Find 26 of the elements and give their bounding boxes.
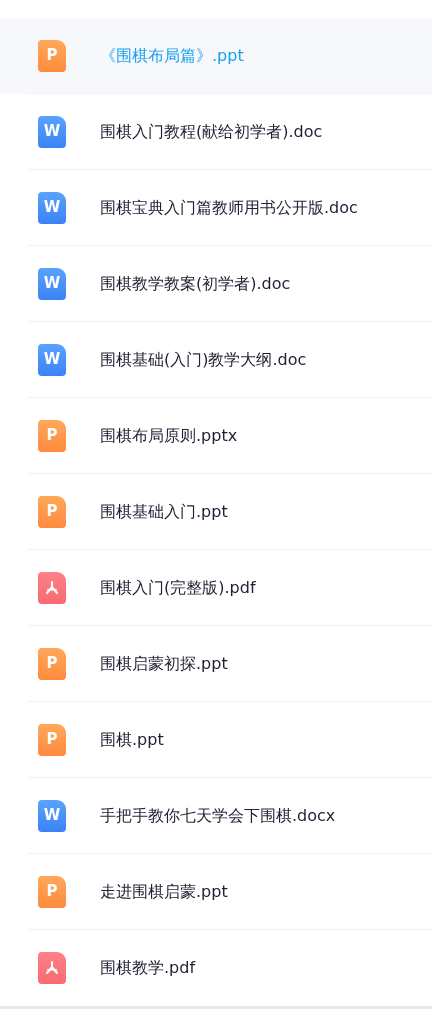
document-file-icon: W	[38, 191, 66, 224]
presentation-file-icon: P	[38, 419, 66, 452]
presentation-file-icon: P	[38, 723, 66, 756]
file-name: 围棋入门(完整版).pdf	[100, 576, 256, 599]
presentation-file-icon: P	[38, 495, 66, 528]
file-name: 《围棋布局篇》.ppt	[100, 44, 244, 67]
file-name: 手把手教你七天学会下围棋.docx	[100, 804, 336, 827]
document-file-icon: W	[38, 799, 66, 832]
file-name: 围棋基础(入门)教学大纲.doc	[100, 348, 307, 371]
document-file-icon: W	[38, 267, 66, 300]
presentation-file-icon: P	[38, 647, 66, 680]
document-file-icon: W	[38, 343, 66, 376]
document-file-icon: W	[38, 115, 66, 148]
file-name: 围棋教学.pdf	[100, 957, 196, 979]
pdf-file-icon	[38, 571, 66, 604]
file-name: 围棋入门教程(献给初学者).doc	[100, 120, 323, 143]
file-name: 走进围棋启蒙.ppt	[100, 880, 228, 903]
file-name: 围棋宝典入门篇教师用书公开版.doc	[100, 196, 358, 219]
file-name: 围棋布局原则.pptx	[100, 424, 238, 447]
file-name: 围棋启蒙初探.ppt	[100, 652, 228, 675]
file-name: 围棋基础入门.ppt	[100, 500, 228, 523]
presentation-file-icon: P	[38, 875, 66, 908]
pdf-file-icon	[38, 952, 66, 984]
file-name: 围棋教学教案(初学者).doc	[100, 272, 291, 295]
presentation-file-icon: P	[38, 39, 66, 72]
file-name: 围棋.ppt	[100, 728, 164, 751]
